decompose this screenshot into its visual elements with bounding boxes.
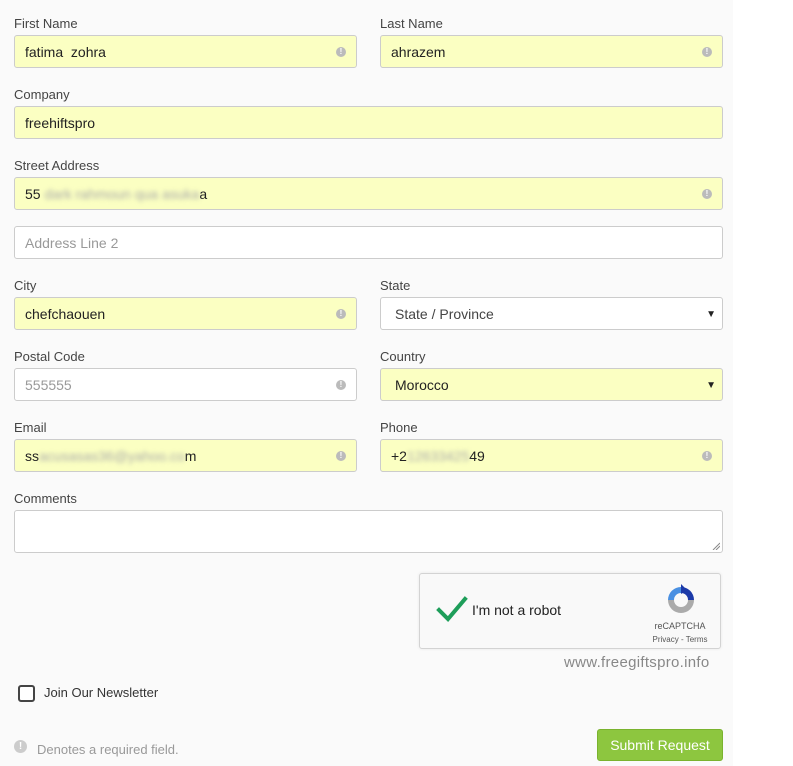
last-name-field[interactable]: ahrazem [380, 35, 723, 68]
required-icon [336, 378, 346, 392]
recaptcha-widget: I'm not a robot reCAPTCHA Privacy - Term… [419, 573, 721, 649]
city-field[interactable]: chefchaouen [14, 297, 357, 330]
street-address-field[interactable]: 55 dark rahmoun qua asukaa [14, 177, 723, 210]
address-line-2-field[interactable]: Address Line 2 [14, 226, 723, 259]
recaptcha-checkbox[interactable] [436, 596, 468, 624]
state-selected-value: State / Province [395, 306, 494, 322]
required-icon [702, 187, 712, 201]
email-field[interactable]: ssacusasas36@yahoo.com [14, 439, 357, 472]
city-label: City [14, 278, 37, 293]
required-icon [336, 449, 346, 463]
company-value: freehiftspro [25, 115, 96, 131]
postal-code-field[interactable]: 555555 [14, 368, 357, 401]
dropdown-caret-icon: ▼ [706, 309, 716, 320]
newsletter-label[interactable]: Join Our Newsletter [44, 685, 158, 700]
first-name-field[interactable]: fatima zohra [14, 35, 357, 68]
recaptcha-brand: reCAPTCHA [654, 621, 706, 631]
street-address-label: Street Address [14, 158, 100, 173]
address-line-2-placeholder: Address Line 2 [25, 235, 119, 251]
recaptcha-label: I'm not a robot [472, 602, 562, 618]
city-value: chefchaouen [25, 306, 106, 322]
required-icon [702, 449, 712, 463]
comments-label: Comments [14, 491, 77, 506]
recaptcha-logo-icon [668, 584, 694, 613]
state-select[interactable]: State / Province ▼ [380, 297, 723, 330]
required-note: Denotes a required field. [37, 742, 179, 757]
dropdown-caret-icon: ▼ [706, 380, 716, 391]
required-icon [702, 45, 712, 59]
company-field[interactable]: freehiftspro [14, 106, 723, 139]
postal-code-label: Postal Code [14, 349, 85, 364]
street-address-value: 55 dark rahmoun qua asukaa [25, 186, 208, 202]
country-selected-value: Morocco [395, 377, 449, 393]
submit-button[interactable]: Submit Request [597, 729, 723, 761]
last-name-label: Last Name [380, 16, 443, 31]
recaptcha-terms[interactable]: Privacy - Terms [642, 635, 718, 644]
required-icon [336, 45, 346, 59]
phone-field[interactable]: +21263342549 [380, 439, 723, 472]
newsletter-checkbox[interactable] [18, 685, 35, 702]
state-label: State [380, 278, 411, 293]
resize-handle-icon[interactable] [712, 542, 720, 550]
country-label: Country [380, 349, 426, 364]
email-value: ssacusasas36@yahoo.com [25, 448, 197, 464]
watermark: www.freegiftspro.info [564, 654, 710, 671]
company-label: Company [14, 87, 70, 102]
email-label: Email [14, 420, 47, 435]
first-name-value: fatima zohra [25, 44, 106, 60]
comments-textarea[interactable] [14, 510, 723, 553]
required-icon [336, 307, 346, 321]
required-info-icon [14, 740, 27, 753]
phone-value: +21263342549 [391, 448, 485, 464]
first-name-label: First Name [14, 16, 78, 31]
phone-label: Phone [380, 420, 418, 435]
postal-code-placeholder: 555555 [25, 377, 72, 393]
last-name-value: ahrazem [391, 44, 446, 60]
country-select[interactable]: Morocco ▼ [380, 368, 723, 401]
